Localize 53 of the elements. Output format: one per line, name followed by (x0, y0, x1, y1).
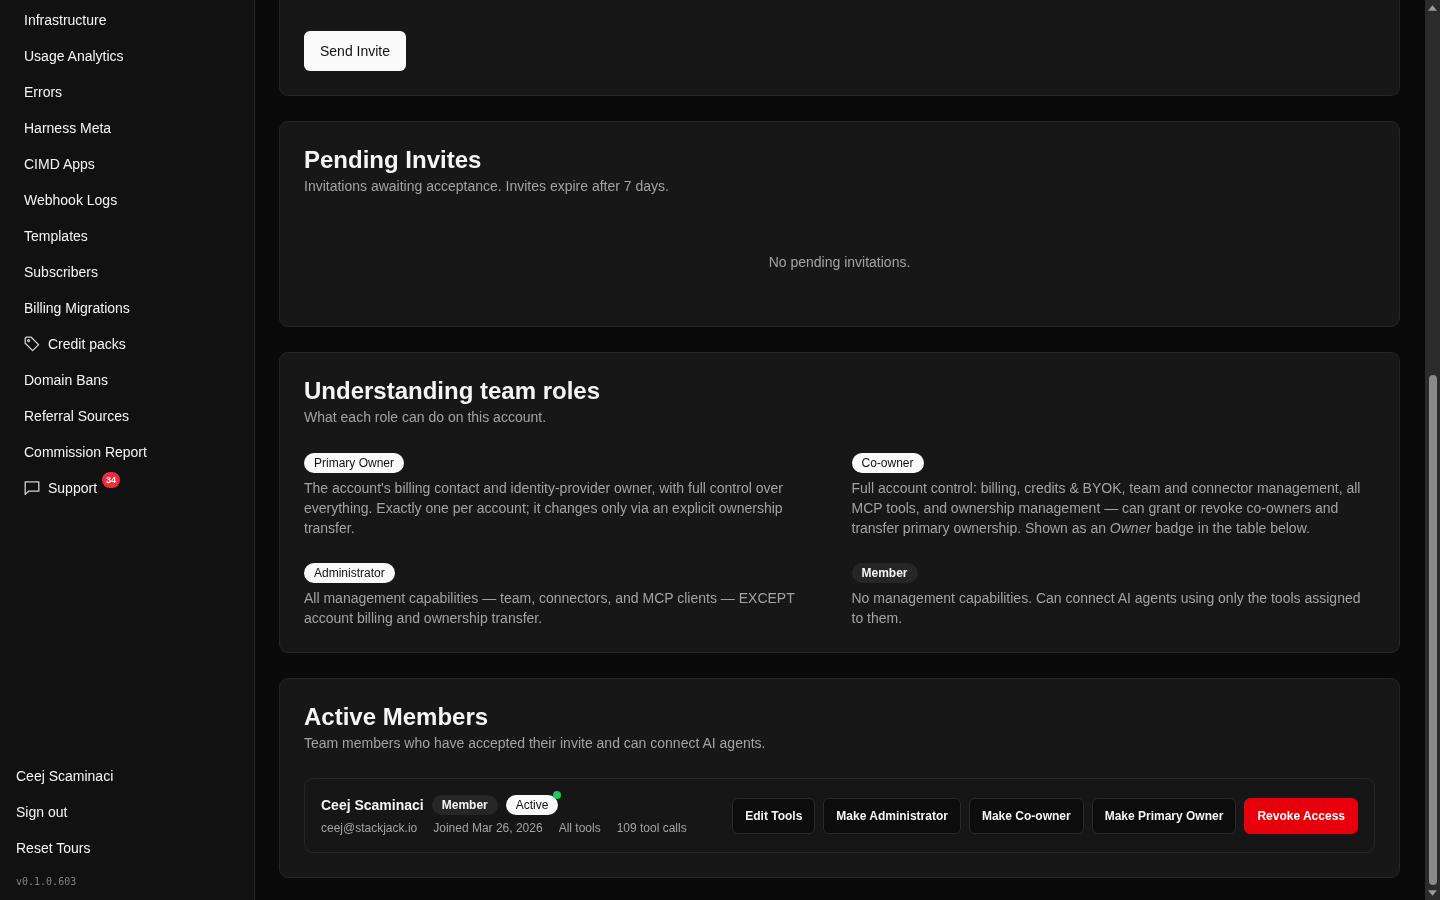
scroll-down-icon[interactable] (1428, 890, 1437, 896)
joined-date: Joined Mar 26, 2026 (433, 820, 543, 836)
action-button[interactable]: Make Co-owner (968, 797, 1084, 834)
section-title: Understanding team roles (304, 377, 602, 405)
sidebar-link[interactable]: Webhook Logs (0, 182, 142, 218)
sidebar-link[interactable]: Templates (0, 218, 112, 254)
role-badge: Member (431, 795, 498, 815)
sidebar-link[interactable]: Infrastructure (0, 2, 131, 38)
sidebar-link[interactable]: Sign out (0, 794, 84, 830)
scrollbar-thumb[interactable] (1428, 375, 1437, 885)
sidebar-link[interactable]: Usage Analytics (0, 38, 148, 74)
sidebar-link[interactable]: Errors (0, 74, 87, 110)
role-badge: Administrator (304, 563, 395, 583)
scrollbar[interactable] (1425, 0, 1440, 900)
action-button[interactable]: Make Primary Owner (1091, 797, 1237, 834)
action-button[interactable]: Make Administrator (823, 797, 961, 834)
member-email: ceej@stackjack.io (321, 820, 418, 836)
section-title: Pending Invites (304, 146, 483, 174)
section-title: Active Members (304, 703, 490, 731)
tag-icon (24, 336, 40, 352)
sidebar-link[interactable]: Subscribers (0, 254, 122, 290)
sidebar-link[interactable]: Reset Tours (0, 830, 107, 866)
empty-message: No pending invitations. (767, 253, 912, 272)
sidebar-link[interactable]: Billing Migrations (0, 290, 154, 326)
notification-badge: 34 (102, 472, 121, 488)
member-name: Ceej Scaminaci (321, 797, 424, 813)
role-badge: Co-owner (851, 453, 924, 473)
sidebar-link[interactable]: CIMD Apps (0, 146, 119, 182)
section-subtitle: Invitations awaiting acceptance. Invites expire after 7 days. (304, 177, 670, 196)
chat-bubble-icon (24, 480, 40, 496)
tool-call-count: 109 tool calls (616, 820, 687, 836)
sidebar-link[interactable]: Ceej Scaminaci (0, 758, 130, 794)
section-subtitle: Team members who have accepted their invite and can connect AI agents. (304, 734, 767, 753)
revoke-button[interactable]: Revoke Access (1244, 797, 1358, 834)
sidebar-link[interactable]: Support 34 (0, 470, 145, 506)
role-badge: Primary Owner (304, 453, 404, 473)
sidebar-link[interactable]: Domain Bans (0, 362, 133, 398)
role-description: The account's billing contact and identity-provider owner, with full control over everything. Exactly one per account; it changes only via an explicit ownership transfer. (304, 479, 784, 538)
sidebar-link[interactable]: Commission Report (0, 434, 171, 470)
sidebar-link[interactable]: Referral Sources (0, 398, 154, 434)
role-description: No management capabilities. Can connect AI agents using only the tools assigned to them. (851, 589, 1362, 628)
scroll-up-icon[interactable] (1428, 5, 1437, 11)
sidebar-link[interactable]: Harness Meta (0, 110, 136, 146)
role-badge: Member (851, 563, 918, 583)
version-label: v0.1.0.603 (16, 875, 77, 889)
sidebar-link[interactable]: Credit packs (0, 326, 150, 362)
status-badge: Active (505, 795, 559, 815)
section-subtitle: What each role can do on this account. (304, 408, 548, 427)
action-button[interactable]: Edit Tools (732, 797, 816, 834)
role-description: All management capabilities — team, connectors, and MCP clients — EXCEPT account billing and ownership transfer. (304, 589, 796, 628)
tool-access: All tools (558, 820, 601, 836)
role-description: Full account control: billing, credits & BYOK, team and connector management, all MCP tools, and ownership management — can grant or revoke co-owners and transfer primary ownership. Shown as an Owner badge in the table below. (851, 479, 1362, 538)
send-invite-button[interactable]: Send Invite (304, 31, 407, 71)
